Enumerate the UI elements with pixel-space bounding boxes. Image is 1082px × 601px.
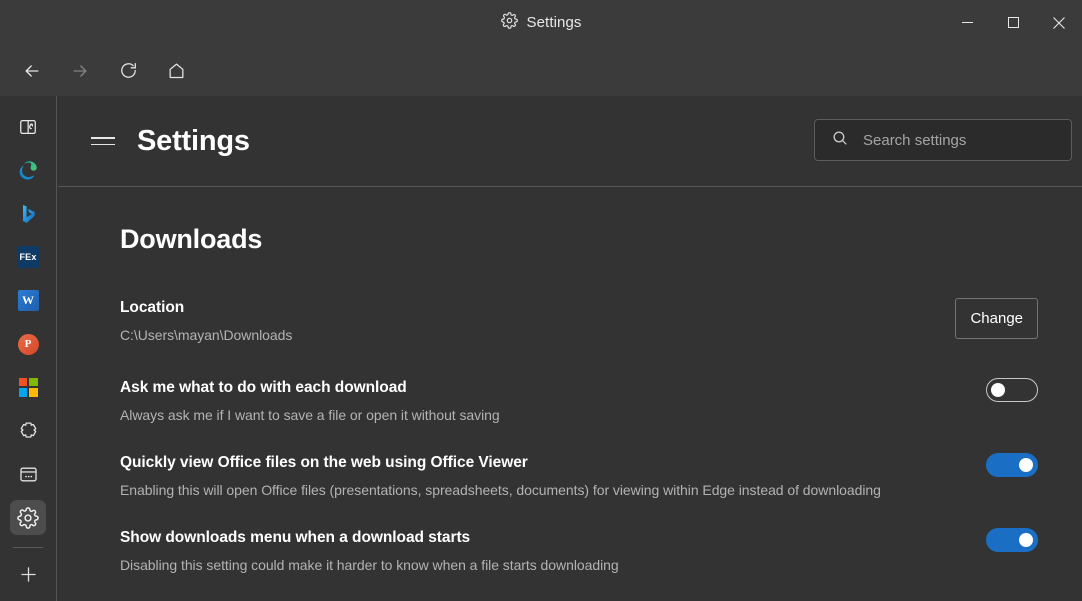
sidebar-divider xyxy=(13,547,43,548)
hamburger-line xyxy=(91,137,115,139)
setting-title: Location xyxy=(120,298,292,319)
setting-row-office-viewer: Quickly view Office files on the web usi… xyxy=(120,453,1038,501)
setting-subtitle: Disabling this setting could make it har… xyxy=(120,556,619,576)
powerpoint-icon: P xyxy=(18,334,39,355)
sidebar-item-word[interactable]: W xyxy=(10,284,46,318)
home-icon[interactable] xyxy=(154,53,198,89)
browser-toolbar: Edge edge://settings/downloads xyxy=(0,45,1082,96)
change-location-button[interactable]: Change xyxy=(955,298,1038,339)
sidebar-item-games[interactable] xyxy=(10,414,46,448)
word-icon: W xyxy=(18,290,39,311)
search-icon xyxy=(831,129,849,152)
maximize-button[interactable] xyxy=(990,0,1036,45)
setting-text-group: Quickly view Office files on the web usi… xyxy=(120,453,881,501)
sidebar-item-microsoft-365[interactable] xyxy=(10,370,46,404)
setting-text-group: Ask me what to do with each download Alw… xyxy=(120,378,500,426)
refresh-icon[interactable] xyxy=(106,53,150,89)
page-title: Downloads xyxy=(120,224,262,255)
fex-badge: FEx xyxy=(17,246,39,268)
setting-title: Show downloads menu when a download star… xyxy=(120,528,619,549)
sidebar-item-copilot[interactable] xyxy=(10,153,46,187)
sidebar-item-settings[interactable] xyxy=(10,500,46,534)
edge-sidebar: FEx W P xyxy=(0,96,57,601)
title-bar: Settings xyxy=(0,0,1082,45)
close-button[interactable] xyxy=(1036,0,1082,45)
forward-arrow-icon[interactable] xyxy=(58,53,102,89)
sidebar-item-fex[interactable]: FEx xyxy=(10,240,46,274)
search-settings-placeholder: Search settings xyxy=(863,132,966,149)
toggle-knob xyxy=(991,383,1005,397)
toggle-show-downloads-menu[interactable] xyxy=(986,528,1038,552)
sidebar-item-browser-essentials[interactable] xyxy=(10,457,46,491)
settings-content: Downloads Location C:\Users\mayan\Downlo… xyxy=(58,188,1082,601)
setting-row-ask-each-download: Ask me what to do with each download Alw… xyxy=(120,378,1038,426)
sidebar-item-bing[interactable] xyxy=(10,197,46,231)
toggle-knob xyxy=(1019,533,1033,547)
setting-row-show-downloads-menu: Show downloads menu when a download star… xyxy=(120,528,1038,576)
hamburger-line xyxy=(91,144,115,146)
minimize-button[interactable] xyxy=(944,0,990,45)
toggle-office-viewer[interactable] xyxy=(986,453,1038,477)
sidebar-item-powerpoint[interactable]: P xyxy=(10,327,46,361)
setting-text-group: Location C:\Users\mayan\Downloads xyxy=(120,298,292,346)
toggle-ask-each-download[interactable] xyxy=(986,378,1038,402)
window-controls xyxy=(944,0,1082,45)
window-title-group: Settings xyxy=(0,12,1082,34)
settings-header: Settings Search settings xyxy=(58,96,1082,187)
toggle-knob xyxy=(1019,458,1033,472)
setting-row-location: Location C:\Users\mayan\Downloads Change xyxy=(120,298,1038,346)
hamburger-menu-icon[interactable] xyxy=(86,124,120,158)
back-arrow-icon[interactable] xyxy=(10,53,54,89)
setting-text-group: Show downloads menu when a download star… xyxy=(120,528,619,576)
setting-title: Quickly view Office files on the web usi… xyxy=(120,453,881,474)
sidebar-add-button[interactable] xyxy=(10,558,46,592)
sidebar-item-split-screen[interactable] xyxy=(10,110,46,144)
setting-title: Ask me what to do with each download xyxy=(120,378,500,399)
window-title: Settings xyxy=(527,14,582,31)
setting-subtitle: Enabling this will open Office files (pr… xyxy=(120,481,881,501)
setting-subtitle: Always ask me if I want to save a file o… xyxy=(120,406,500,426)
setting-subtitle: C:\Users\mayan\Downloads xyxy=(120,326,292,346)
search-settings-box[interactable]: Search settings xyxy=(814,119,1072,161)
gear-icon xyxy=(501,12,518,34)
microsoft-365-icon xyxy=(19,378,38,397)
settings-heading: Settings xyxy=(137,125,250,158)
